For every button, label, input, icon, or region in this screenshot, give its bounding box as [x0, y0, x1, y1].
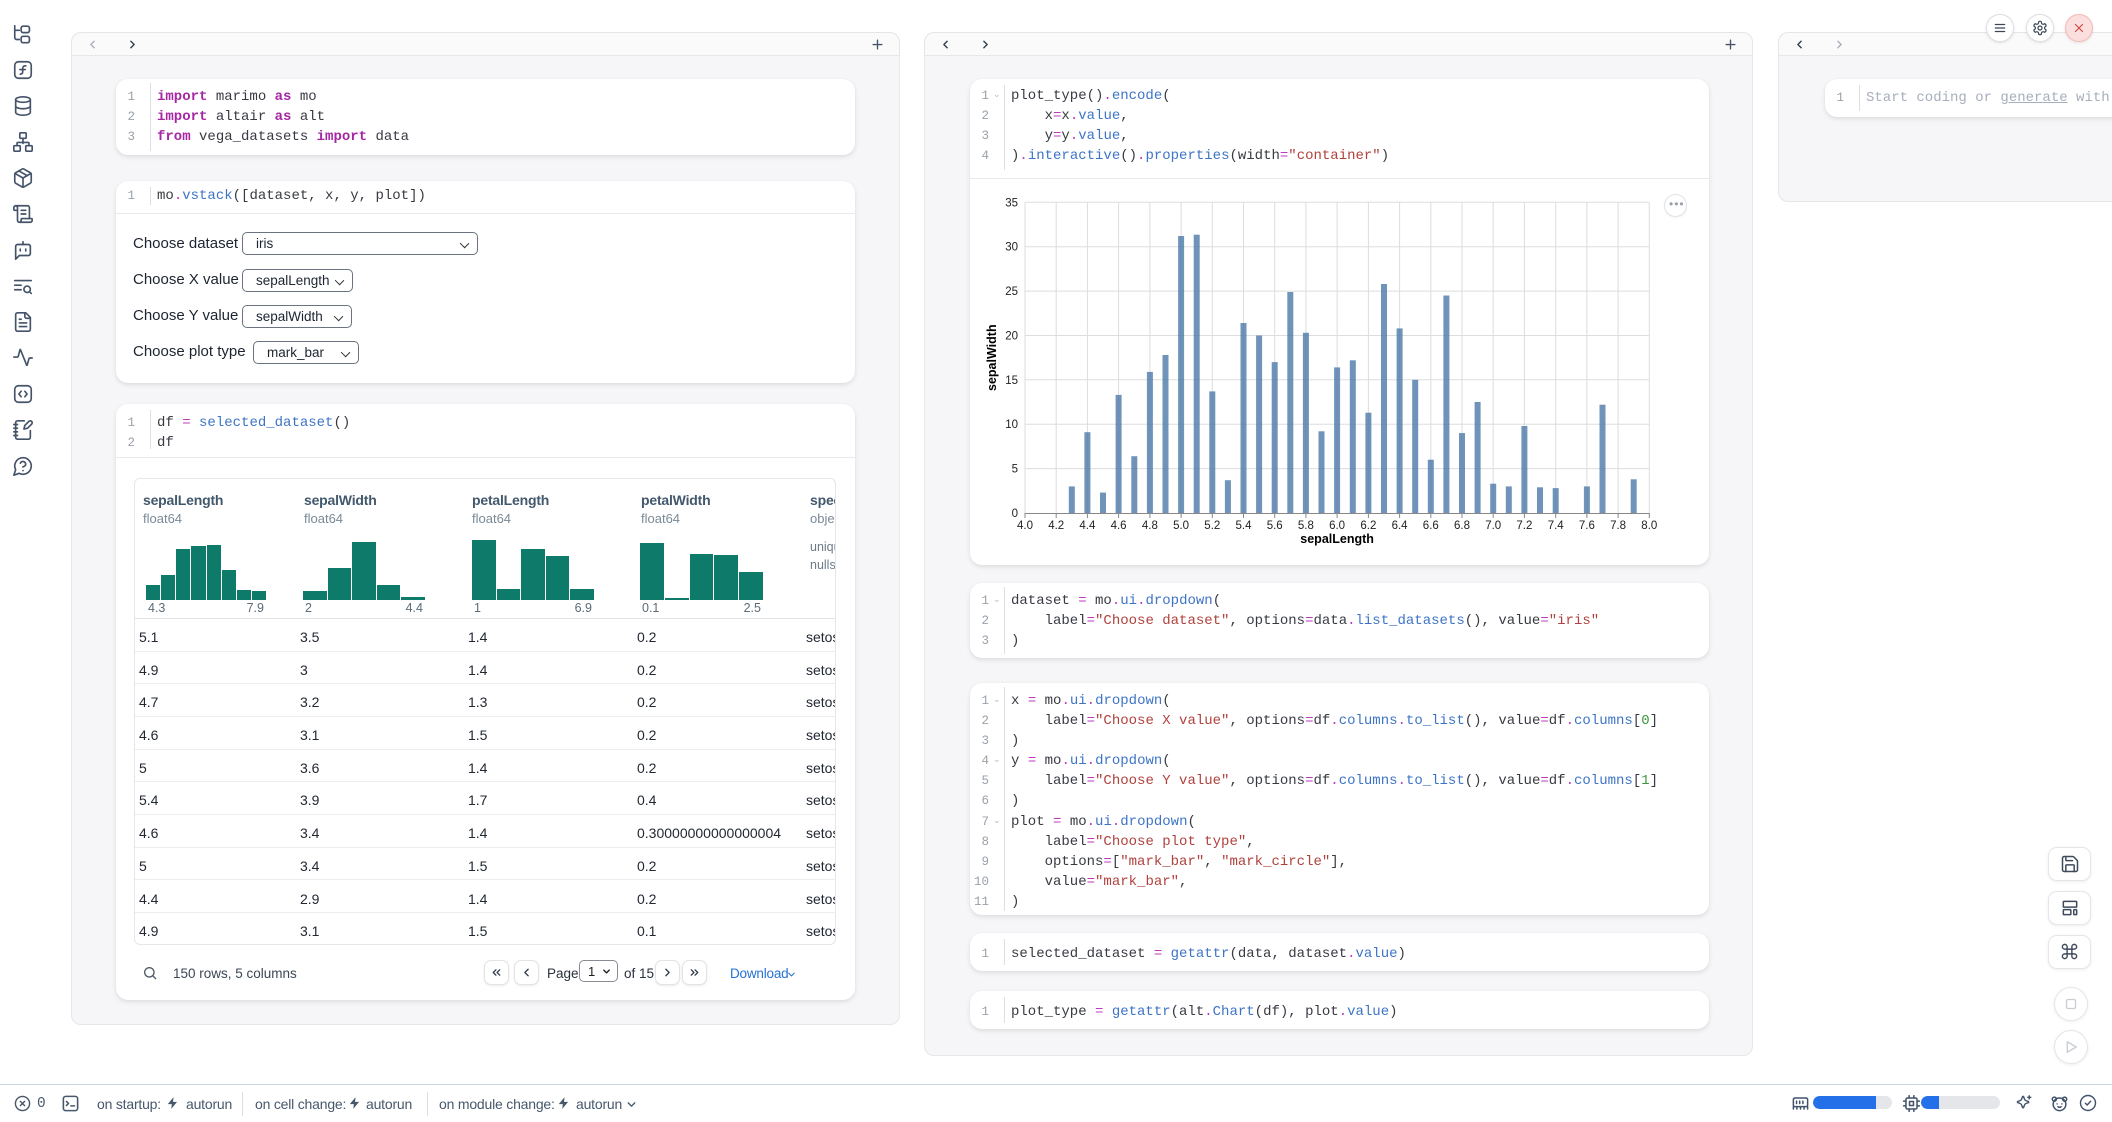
- svg-text:6.6: 6.6: [1423, 520, 1439, 532]
- svg-text:sepalLength: sepalLength: [1300, 532, 1374, 546]
- svg-text:10: 10: [1005, 419, 1018, 431]
- svg-text:6.0: 6.0: [1329, 520, 1345, 532]
- svg-text:25: 25: [1005, 286, 1018, 298]
- svg-text:15: 15: [1005, 375, 1018, 387]
- svg-text:5.8: 5.8: [1298, 520, 1314, 532]
- svg-text:6.4: 6.4: [1392, 520, 1409, 532]
- svg-text:4.0: 4.0: [1017, 520, 1033, 532]
- svg-text:5.4: 5.4: [1236, 520, 1253, 532]
- svg-text:4.6: 4.6: [1111, 520, 1127, 532]
- svg-text:4.8: 4.8: [1142, 520, 1158, 532]
- svg-text:7.6: 7.6: [1579, 520, 1595, 532]
- svg-text:7.4: 7.4: [1548, 520, 1565, 532]
- svg-text:sepalWidth: sepalWidth: [985, 324, 999, 391]
- svg-text:0: 0: [1012, 508, 1018, 520]
- svg-text:5.0: 5.0: [1173, 520, 1189, 532]
- svg-text:6.2: 6.2: [1360, 520, 1376, 532]
- svg-text:5: 5: [1012, 464, 1018, 476]
- svg-text:35: 35: [1005, 197, 1018, 209]
- svg-text:7.0: 7.0: [1485, 520, 1501, 532]
- svg-text:8.0: 8.0: [1641, 520, 1657, 532]
- svg-text:7.2: 7.2: [1516, 520, 1532, 532]
- svg-text:6.8: 6.8: [1454, 520, 1470, 532]
- svg-text:7.8: 7.8: [1610, 520, 1626, 532]
- svg-text:20: 20: [1005, 331, 1018, 343]
- svg-text:5.2: 5.2: [1204, 520, 1220, 532]
- svg-text:4.4: 4.4: [1079, 520, 1096, 532]
- svg-text:4.2: 4.2: [1048, 520, 1064, 532]
- svg-text:5.6: 5.6: [1267, 520, 1283, 532]
- svg-text:30: 30: [1005, 242, 1018, 254]
